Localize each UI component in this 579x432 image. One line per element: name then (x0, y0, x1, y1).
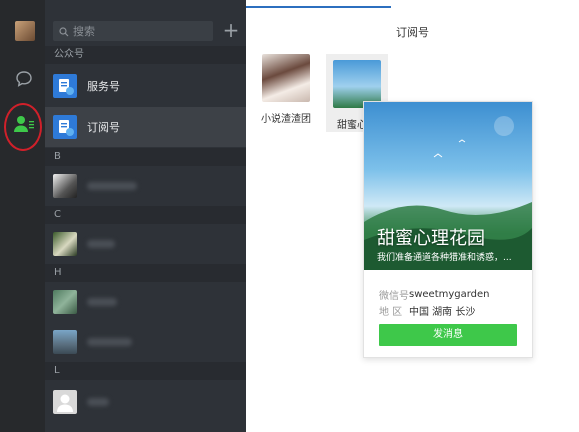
profile-name: 甜蜜心理花园 (377, 228, 485, 249)
section-header-official: 公众号 (45, 46, 246, 64)
contact-row[interactable] (45, 166, 246, 206)
subscription-item[interactable]: 小说渣渣团 (255, 54, 317, 125)
send-message-button[interactable]: 发消息 (379, 324, 517, 346)
list-item-subscription-account[interactable]: 订阅号 (45, 107, 246, 147)
region-row: 地 区 中国 湖南 长沙 (379, 302, 490, 318)
subscription-label: 小说渣渣团 (261, 114, 311, 125)
blurred-contact-name (87, 182, 137, 190)
section-header-h: H (45, 264, 246, 282)
service-account-icon (53, 74, 77, 98)
wechat-id-row: 微信号 sweetmygarden (379, 286, 490, 302)
list-item-label: 服务号 (87, 80, 120, 93)
chat-tab-button[interactable] (12, 69, 36, 93)
contact-row[interactable] (45, 322, 246, 362)
profile-cover-image: 甜蜜心理花园 我们准备通道各种猎准和诱惑，... (364, 102, 532, 270)
section-header-c: C (45, 206, 246, 224)
list-item-service-account[interactable]: 服务号 (45, 66, 246, 106)
contact-avatar-default (53, 390, 77, 414)
blurred-contact-name (87, 298, 117, 306)
section-header-l: L (45, 362, 246, 380)
blurred-contact-name (87, 338, 132, 346)
nav-icon-bar (0, 0, 45, 432)
search-icon (59, 22, 69, 41)
contact-row[interactable] (45, 282, 246, 322)
wechat-id-label: 微信号 (379, 290, 409, 302)
section-header-b: B (45, 148, 246, 166)
loading-progress-line (246, 6, 391, 8)
page-title: 订阅号 (396, 26, 429, 39)
search-box[interactable]: 搜索 (53, 21, 213, 41)
user-avatar[interactable] (15, 21, 35, 41)
search-input[interactable]: 搜索 (73, 23, 95, 39)
list-item-label: 订阅号 (87, 121, 120, 134)
profile-info: 微信号 sweetmygarden 地 区 中国 湖南 长沙 (379, 286, 490, 318)
region-value: 中国 湖南 长沙 (409, 306, 476, 318)
profile-description: 我们准备通道各种猎准和诱惑，... (377, 253, 512, 263)
annotation-highlight-circle (4, 103, 42, 151)
contact-list-panel: 搜索 + 公众号 服务号 订阅号 B C H L (45, 0, 246, 432)
contact-row[interactable] (45, 382, 246, 422)
contact-avatar (53, 232, 77, 256)
contact-row[interactable] (45, 224, 246, 264)
wechat-id-value: sweetmygarden (409, 288, 490, 300)
detail-panel: 订阅号 小说渣渣团 甜蜜心理 甜蜜心理花园 我们准备通道各种猎准和诱惑，... (246, 0, 579, 432)
contact-avatar (53, 174, 77, 198)
contact-avatar (53, 330, 77, 354)
blurred-contact-name (87, 398, 109, 406)
add-button[interactable]: + (221, 18, 241, 42)
profile-card: 甜蜜心理花园 我们准备通道各种猎准和诱惑，... 微信号 sweetmygard… (363, 101, 533, 358)
region-label: 地 区 (379, 306, 403, 318)
chat-bubble-icon (15, 70, 33, 92)
blurred-contact-name (87, 240, 115, 248)
contact-avatar (53, 290, 77, 314)
wechat-window: 搜索 + 公众号 服务号 订阅号 B C H L 订阅号 小说渣渣团 甜蜜心理 … (0, 0, 579, 432)
subscription-account-icon (53, 115, 77, 139)
subscription-avatar (262, 54, 310, 102)
